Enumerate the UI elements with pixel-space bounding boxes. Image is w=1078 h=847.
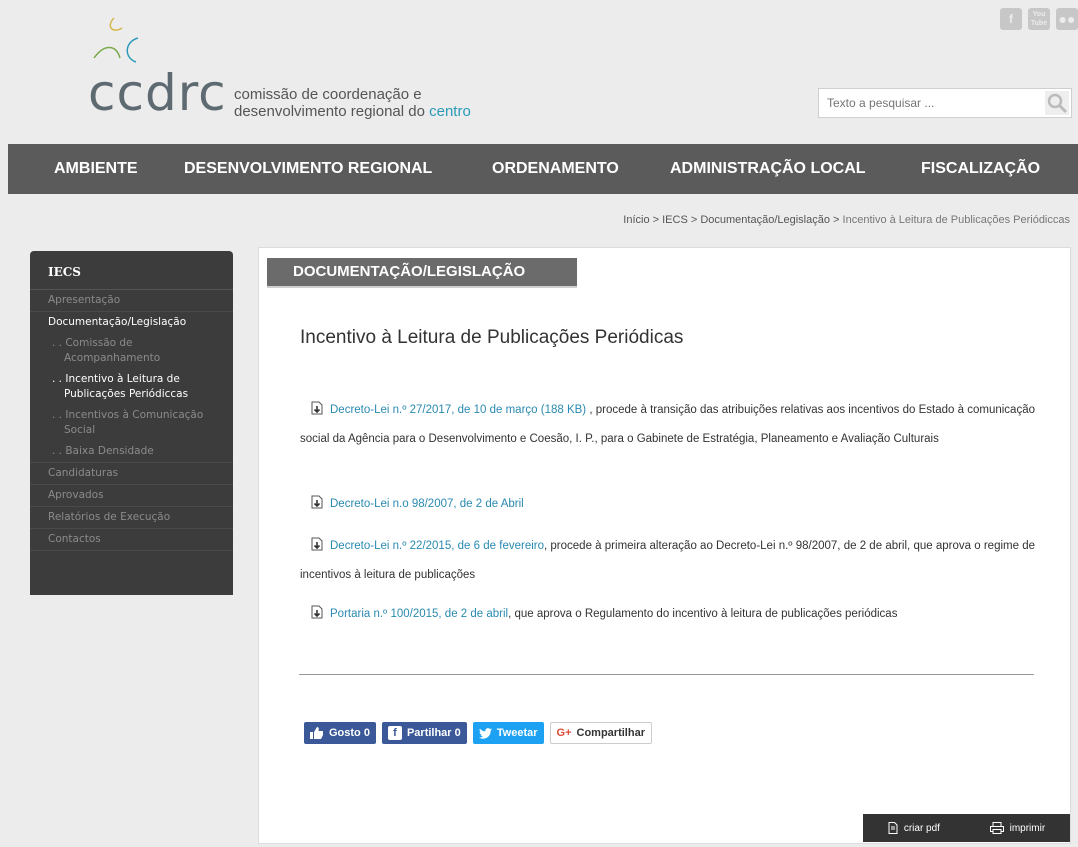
doc-link-portaria-100-2015[interactable]: Portaria n.º 100/2015, de 2 de abril bbox=[330, 608, 508, 620]
tweet-button[interactable]: Tweetar bbox=[472, 722, 544, 744]
doc-link-decreto-27-2017[interactable]: Decreto-Lei n.º 27/2017, de 10 de março … bbox=[330, 404, 586, 416]
doc-item: Decreto-Lei n.º 22/2015, de 6 de feverei… bbox=[300, 532, 1035, 590]
breadcrumb-inicio[interactable]: Início bbox=[623, 214, 649, 226]
google-plus-share-button[interactable]: G+ Compartilhar bbox=[549, 722, 652, 744]
doc-item: Decreto-Lei n.º 27/2017, de 10 de março … bbox=[300, 396, 1035, 454]
nav-desenvolvimento-regional[interactable]: DESENVOLVIMENTO REGIONAL bbox=[184, 160, 432, 178]
sidebar-item-apresentacao[interactable]: Apresentação bbox=[30, 290, 233, 312]
sidebar-subitem-comissao[interactable]: . . Comissão de Acompanhamento bbox=[30, 333, 233, 369]
download-doc-icon bbox=[311, 401, 323, 415]
flickr-icon[interactable]: ●● bbox=[1056, 8, 1078, 30]
ccdrc-logo[interactable]: ccdrc comissão de coordenação e desenvol… bbox=[62, 8, 522, 144]
sidebar-item-contactos[interactable]: Contactos bbox=[30, 529, 233, 551]
sidebar-item-documentacao[interactable]: Documentação/Legislação bbox=[30, 312, 233, 333]
sidebar: IECS Apresentação Documentação/Legislaçã… bbox=[30, 251, 233, 595]
search-input[interactable] bbox=[819, 89, 1029, 117]
nav-administracao-local[interactable]: ADMINISTRAÇÃO LOCAL bbox=[670, 160, 866, 178]
doc-link-decreto-98-2007[interactable]: Decreto-Lei n.o 98/2007, de 2 de Abril bbox=[330, 498, 524, 510]
logo-tagline: comissão de coordenação e desenvolviment… bbox=[234, 86, 471, 120]
breadcrumb: Início > IECS > Documentação/Legislação … bbox=[623, 214, 1070, 226]
main-content: DOCUMENTAÇÃO/LEGISLAÇÃO Incentivo à Leit… bbox=[258, 247, 1071, 844]
divider bbox=[299, 674, 1034, 675]
site-header: ccdrc comissão de coordenação e desenvol… bbox=[8, 8, 1078, 144]
facebook-icon[interactable]: f bbox=[1000, 8, 1022, 30]
facebook-icon: f bbox=[387, 726, 402, 740]
thumbs-up-icon bbox=[310, 727, 323, 739]
share-bar: Gosto 0 f Partilhar 0 Tweetar G+ Compart… bbox=[304, 722, 652, 744]
facebook-like-button[interactable]: Gosto 0 bbox=[304, 722, 376, 744]
download-doc-icon bbox=[311, 605, 323, 619]
main-nav: AMBIENTE DESENVOLVIMENTO REGIONAL ORDENA… bbox=[8, 144, 1078, 194]
sidebar-item-candidaturas[interactable]: Candidaturas bbox=[30, 463, 233, 485]
breadcrumb-documentacao[interactable]: Documentação/Legislação bbox=[700, 214, 830, 226]
facebook-share-button[interactable]: f Partilhar 0 bbox=[381, 722, 467, 744]
nav-ambiente[interactable]: AMBIENTE bbox=[54, 160, 138, 178]
create-pdf-button[interactable]: criar pdf bbox=[888, 822, 940, 834]
sidebar-item-aprovados[interactable]: Aprovados bbox=[30, 485, 233, 507]
doc-item: Portaria n.º 100/2015, de 2 de abril, qu… bbox=[300, 600, 1035, 629]
sidebar-subitem-incentivo-leitura[interactable]: . . Incentivo à Leitura de Publicações P… bbox=[30, 369, 233, 405]
download-doc-icon bbox=[311, 495, 323, 509]
search-icon[interactable] bbox=[1045, 91, 1069, 115]
nav-fiscalizacao[interactable]: FISCALIZAÇÃO bbox=[921, 160, 1040, 178]
printer-icon bbox=[989, 822, 1004, 834]
google-plus-icon: G+ bbox=[556, 727, 572, 739]
breadcrumb-current: Incentivo à Leitura de Publicações Perió… bbox=[842, 214, 1070, 226]
pdf-icon bbox=[888, 822, 898, 834]
download-doc-icon bbox=[311, 537, 323, 551]
section-tab: DOCUMENTAÇÃO/LEGISLAÇÃO bbox=[267, 258, 577, 286]
doc-link-decreto-22-2015[interactable]: Decreto-Lei n.º 22/2015, de 6 de feverei… bbox=[330, 540, 544, 552]
search-box bbox=[818, 88, 1072, 118]
print-button[interactable]: imprimir bbox=[989, 822, 1045, 834]
youtube-icon[interactable]: You Tube bbox=[1028, 8, 1050, 30]
breadcrumb-iecs[interactable]: IECS bbox=[662, 214, 688, 226]
doc-item: Decreto-Lei n.o 98/2007, de 2 de Abril bbox=[300, 490, 1035, 519]
nav-ordenamento[interactable]: ORDENAMENTO bbox=[492, 160, 619, 178]
sidebar-subitem-baixa-densidade[interactable]: . . Baixa Densidade bbox=[30, 441, 233, 463]
sidebar-subitem-incentivos-comunicacao[interactable]: . . Incentivos à Comunicação Social bbox=[30, 405, 233, 441]
print-tools-bar: criar pdf imprimir bbox=[863, 814, 1070, 842]
social-links: f You Tube ●● bbox=[1000, 8, 1078, 30]
logo-wordmark: ccdrc bbox=[88, 64, 227, 122]
page-title: Incentivo à Leitura de Publicações Perió… bbox=[300, 327, 684, 348]
sidebar-item-relatorios[interactable]: Relatórios de Execução bbox=[30, 507, 233, 529]
sidebar-title: IECS bbox=[30, 251, 233, 290]
twitter-bird-icon bbox=[478, 727, 492, 739]
